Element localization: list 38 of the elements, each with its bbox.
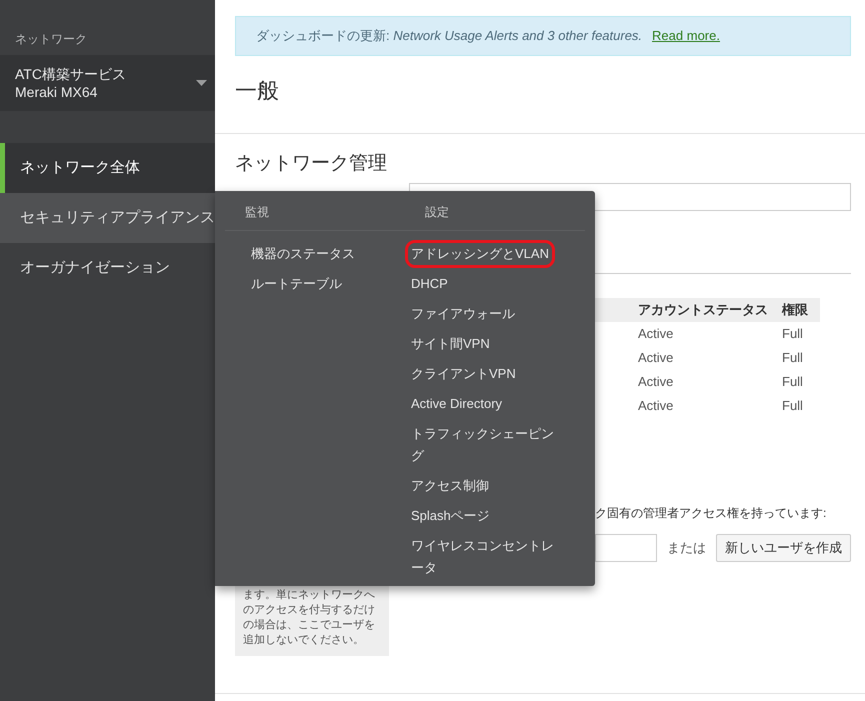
- column-header: 権限: [782, 298, 820, 322]
- caret-icon: [196, 80, 207, 86]
- or-text: または: [667, 538, 706, 557]
- table-cell-text: Active: [637, 372, 674, 391]
- create-user-button[interactable]: 新しいユーザを作成: [716, 534, 851, 562]
- table-cell: Full: [782, 322, 820, 346]
- column-header: アカウントステータス: [595, 298, 782, 322]
- menu-item[interactable]: アドレッシングとVLAN: [405, 240, 555, 268]
- table-cell-text: Active: [637, 396, 674, 415]
- sidebar-item[interactable]: オーガナイゼーション: [0, 243, 215, 293]
- access-text: ク固有の管理者アクセス権を持っています:: [595, 506, 826, 520]
- menu-item[interactable]: トラフィックシェーピング: [405, 423, 565, 467]
- banner-text: ダッシュボードの更新: Network Usage Alerts and 3 other features.: [256, 27, 642, 46]
- menu-item[interactable]: Active Directory: [405, 393, 508, 415]
- menu-item[interactable]: ファイアウォール: [405, 303, 521, 325]
- menu-item[interactable]: Splashページ: [405, 505, 496, 527]
- menu-item[interactable]: クライアントVPN: [405, 363, 522, 385]
- menu-item[interactable]: アクセス制御: [405, 475, 495, 497]
- sidebar-item[interactable]: セキュリティアプライアンス: [0, 193, 215, 243]
- sidebar-item[interactable]: ネットワーク全体: [0, 143, 215, 193]
- user-field[interactable]: [595, 534, 657, 562]
- table-cell-text: Full: [782, 396, 804, 415]
- table-cell-text: Full: [782, 372, 804, 391]
- table-cell-text: Full: [782, 348, 804, 367]
- menu-heading: 監視: [225, 191, 405, 231]
- network-selector[interactable]: ATC構築サービス Meraki MX64: [0, 55, 215, 111]
- menu-item[interactable]: ワイヤレスコンセントレータ: [405, 535, 565, 579]
- menu-item[interactable]: DHCP: [405, 273, 454, 295]
- page-title: 一般: [235, 77, 280, 105]
- section-title: ネットワーク管理: [235, 152, 388, 176]
- table-cell: Active: [595, 322, 782, 346]
- read-more-link[interactable]: Read more.: [652, 26, 720, 46]
- menu-heading: 設定: [405, 191, 585, 231]
- table-cell-text: Active: [637, 348, 674, 367]
- section-label: ネットワーク: [15, 31, 88, 48]
- menu-item[interactable]: ルートテーブル: [245, 273, 348, 295]
- menu-item[interactable]: サイト間VPN: [405, 333, 496, 355]
- menu-item[interactable]: 機器のステータス: [245, 243, 361, 265]
